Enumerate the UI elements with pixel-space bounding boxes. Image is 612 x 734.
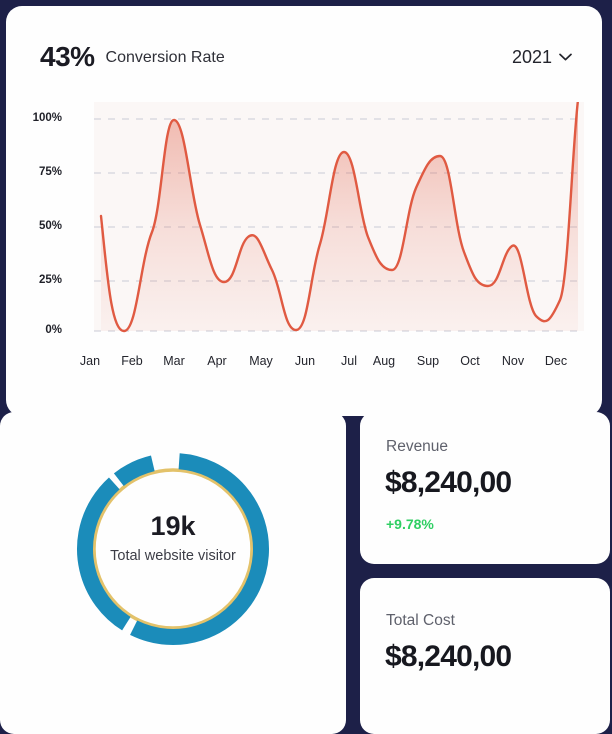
x-axis-tick: Aug: [372, 354, 396, 368]
donut-center-text: 19k Total website visitor: [96, 511, 250, 566]
donut-chart: 19k Total website visitor: [0, 434, 346, 664]
x-axis-tick: Oct: [460, 354, 480, 368]
page-title: Conversion Rate: [105, 49, 225, 66]
x-axis-tick: Feb: [121, 354, 143, 368]
visitor-count: 19k: [150, 511, 196, 541]
chevron-down-icon: [559, 53, 572, 61]
revenue-value: $8,240,00: [385, 466, 512, 499]
dashboard-root: 43% Conversion Rate 2021 100% 75% 50% 25…: [0, 0, 612, 734]
visitor-count-label: Total website visitor: [110, 547, 236, 564]
revenue-label: Revenue: [386, 438, 449, 455]
year-dropdown[interactable]: 2021: [512, 47, 572, 68]
x-axis-tick: Dec: [544, 354, 568, 368]
x-axis-tick: Apr: [207, 354, 227, 368]
x-axis-tick: Jan: [79, 354, 101, 368]
x-axis-tick: Nov: [501, 354, 525, 368]
total-cost-label: Total Cost: [386, 612, 455, 629]
revenue-card: Revenue $8,240,00 +9.78%: [360, 412, 610, 564]
total-cost-card: Total Cost $8,240,00: [360, 578, 610, 734]
x-axis-tick: Jun: [294, 354, 316, 368]
conversion-percent: 43%: [40, 41, 95, 72]
x-axis-tick: Mar: [163, 354, 185, 368]
x-axis-tick: May: [249, 354, 273, 368]
chart-header: 43% Conversion Rate 2021: [40, 36, 572, 78]
year-dropdown-value: 2021: [511, 46, 552, 67]
revenue-delta: +9.78%: [386, 516, 434, 532]
conversion-rate-card: 43% Conversion Rate 2021 100% 75% 50% 25…: [6, 6, 602, 416]
total-cost-value: $8,240,00: [385, 640, 512, 673]
chart-plot-svg: [94, 102, 584, 333]
x-axis-tick: Sup: [416, 354, 440, 368]
conversion-area-chart: 100% 75% 50% 25% 0% Jan Feb Mar Apr May …: [6, 92, 602, 392]
total-visitor-card: 19k Total website visitor 57%Referral 31…: [0, 412, 346, 734]
